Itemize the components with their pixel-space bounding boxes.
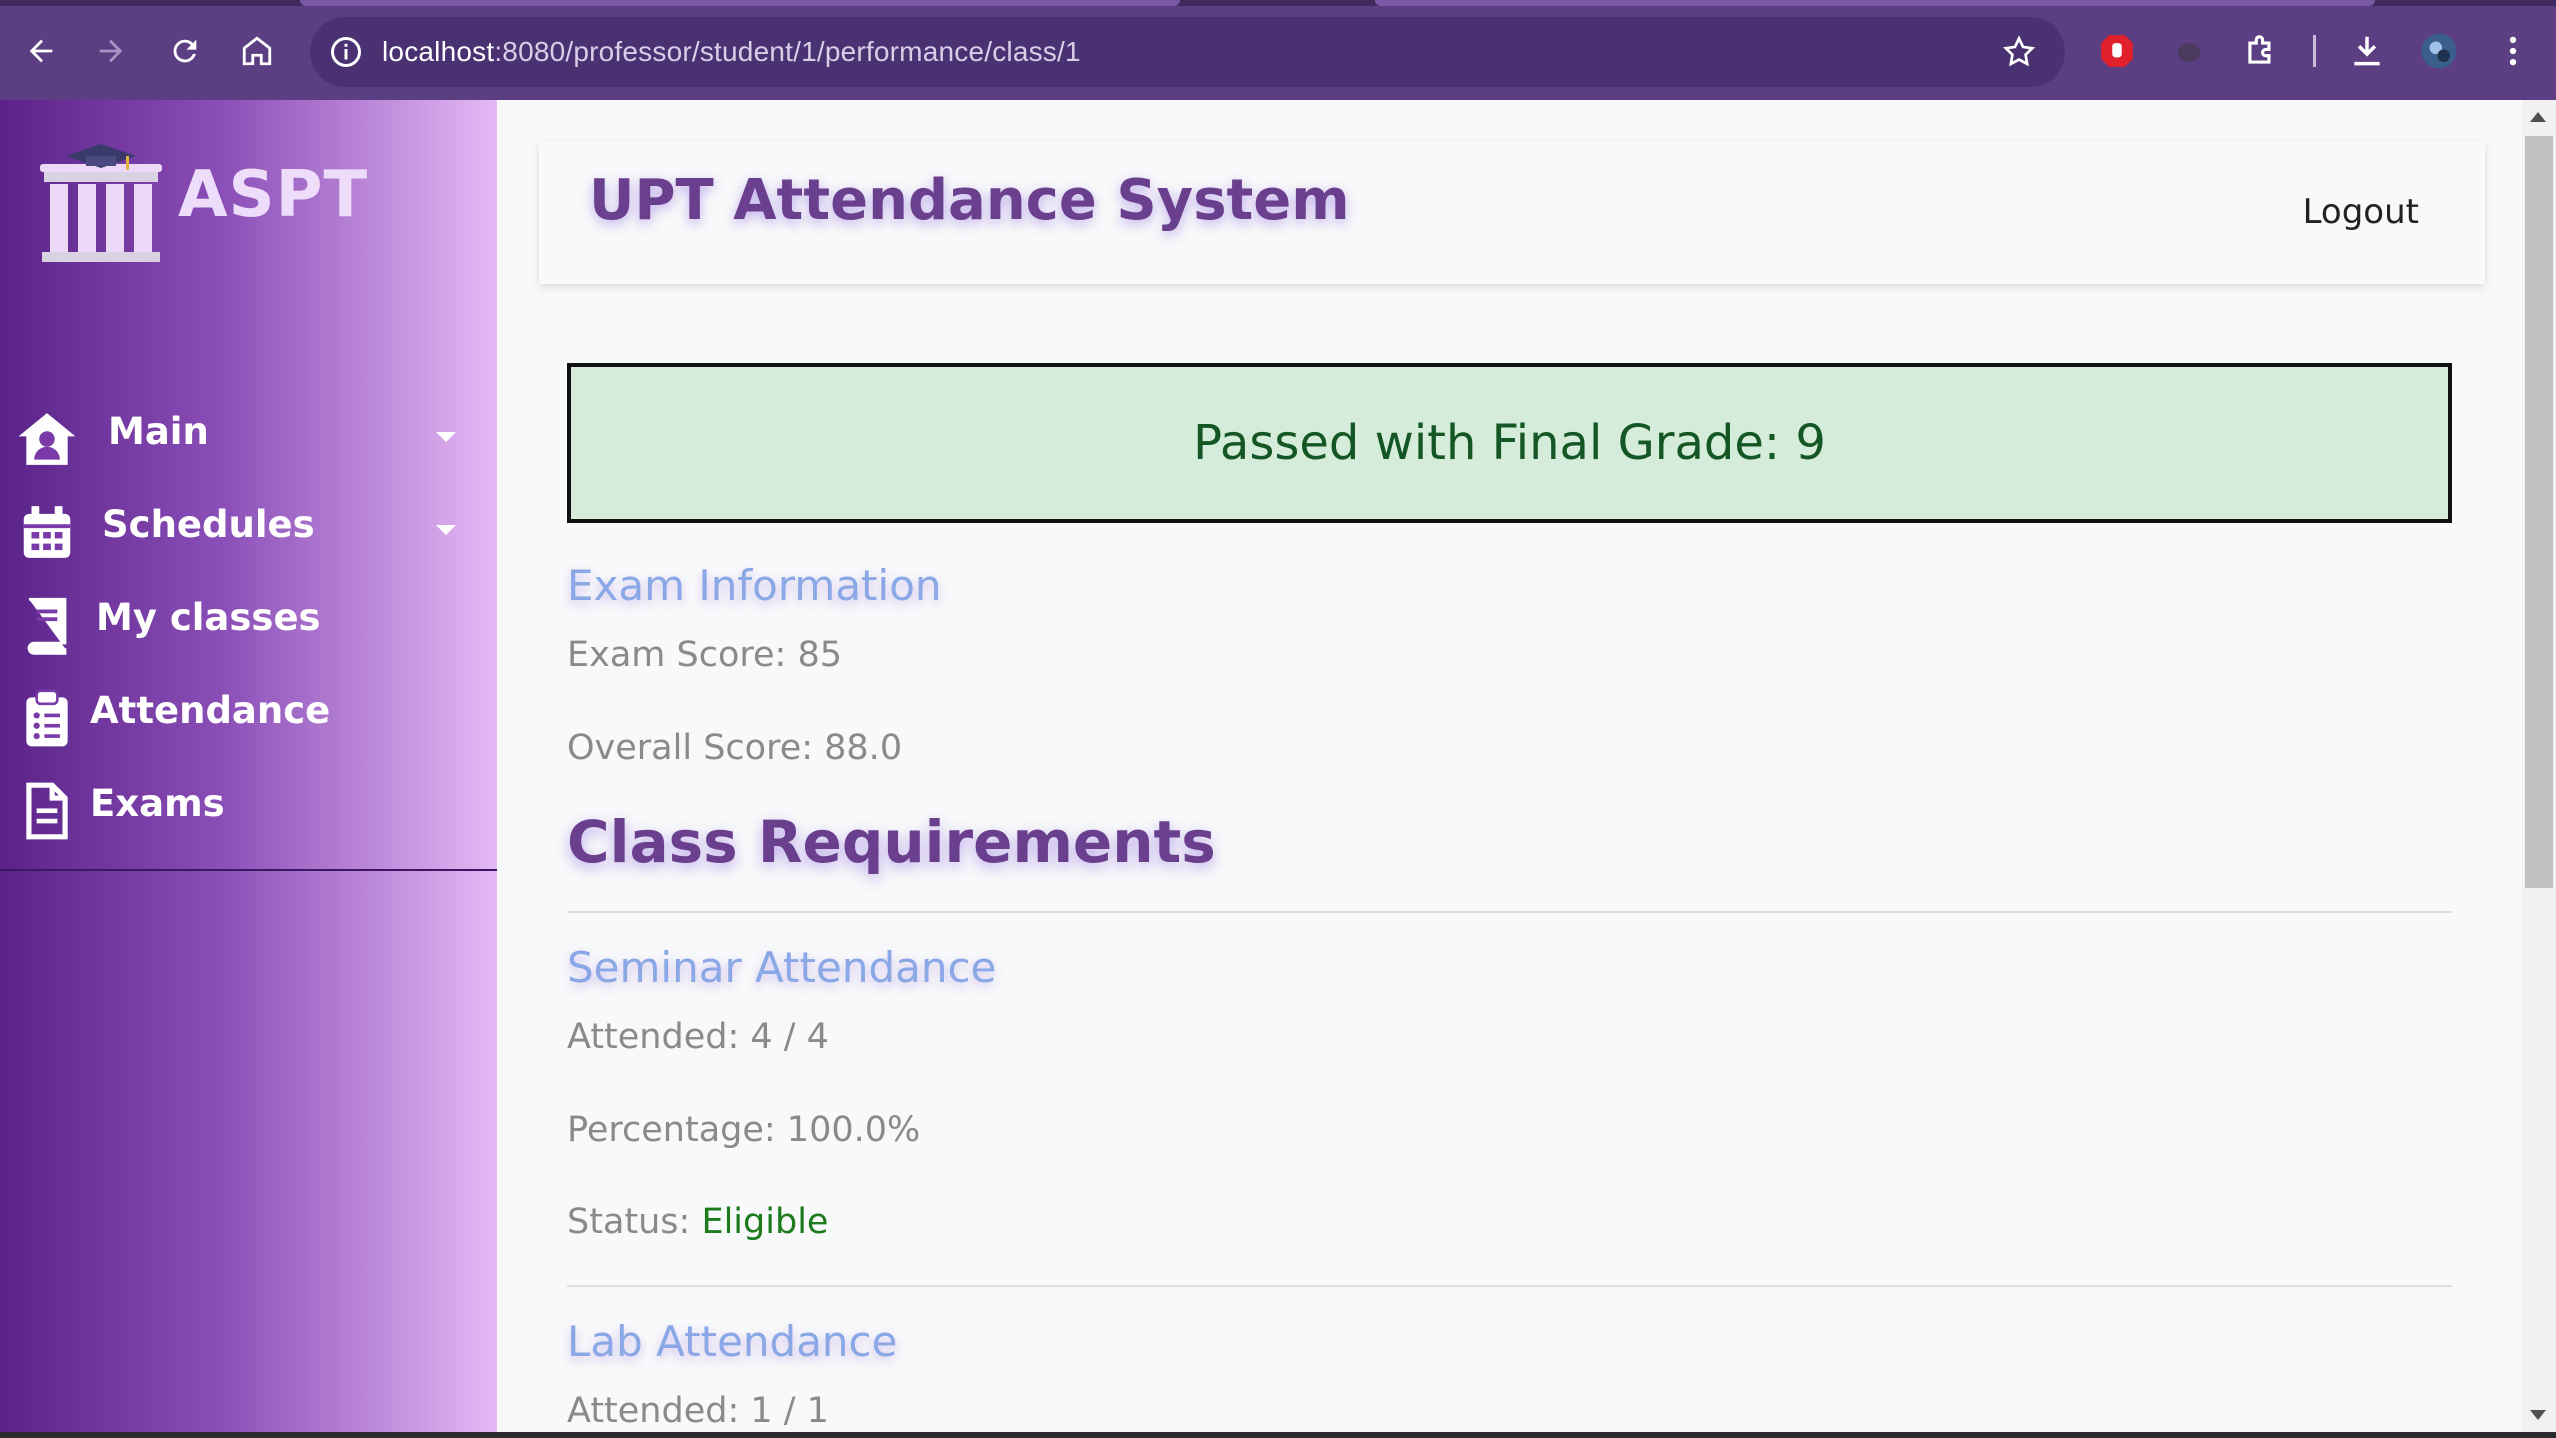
- lab-attended: Attended: 1 / 1: [567, 1391, 829, 1431]
- exam-information-heading: Exam Information: [567, 561, 942, 610]
- sidebar-item-schedules[interactable]: Schedules: [0, 493, 497, 563]
- scroll-down-arrow-icon[interactable]: [2530, 1410, 2546, 1420]
- arrow-left-icon: [29, 39, 53, 63]
- browser-tab-active[interactable]: [1375, 0, 2375, 6]
- browser-toolbar: localhost:8080/professor/student/1/perfo…: [0, 0, 2556, 100]
- seminar-attended: Attended: 4 / 4: [567, 1017, 829, 1057]
- class-requirements-heading: Class Requirements: [567, 808, 1216, 876]
- browser-menu-button[interactable]: [2492, 30, 2534, 72]
- bookmark-star-icon[interactable]: [2001, 34, 2037, 70]
- sidebar-item-main[interactable]: Main: [0, 400, 497, 470]
- url-host: localhost: [382, 36, 495, 67]
- calendar-icon: [23, 506, 71, 558]
- divider: [567, 1285, 2452, 1287]
- sidebar-item-label: Main: [108, 410, 209, 453]
- back-button[interactable]: [16, 26, 66, 76]
- toolbar-separator: [2313, 35, 2316, 67]
- window-bottom-edge: [0, 1432, 2556, 1438]
- status-badge: Eligible: [701, 1202, 829, 1242]
- site-info-icon[interactable]: [328, 34, 364, 70]
- adblock-extension-button[interactable]: [2096, 30, 2138, 72]
- top-navbar: UPT Attendance System Logout: [539, 142, 2485, 284]
- address-bar[interactable]: localhost:8080/professor/student/1/perfo…: [310, 17, 2065, 87]
- sidebar-item-label: Exams: [90, 782, 225, 825]
- browser-tab[interactable]: [300, 0, 1180, 6]
- bug-icon: [2177, 43, 2201, 63]
- final-grade-banner: Passed with Final Grade: 9: [567, 363, 2452, 523]
- university-logo-icon: [40, 144, 162, 262]
- clipboard-list-icon: [26, 689, 68, 747]
- more-vert-icon: [2509, 36, 2517, 66]
- extensions-menu-button[interactable]: [2240, 30, 2282, 72]
- book-icon: [27, 597, 67, 655]
- lab-attendance-heading: Lab Attendance: [567, 1317, 898, 1366]
- scrollbar-thumb[interactable]: [2525, 136, 2553, 888]
- reload-button[interactable]: [160, 26, 210, 76]
- main-content: UPT Attendance System Logout Passed with…: [497, 100, 2522, 1432]
- sidebar-item-label: Schedules: [102, 503, 315, 546]
- reload-icon: [173, 39, 197, 63]
- chevron-down-icon: [436, 432, 456, 442]
- brand[interactable]: ASPT: [38, 140, 367, 268]
- scroll-up-arrow-icon[interactable]: [2530, 112, 2546, 122]
- home-icon: [242, 36, 272, 66]
- download-icon: [2354, 36, 2380, 66]
- chevron-down-icon: [436, 525, 456, 535]
- sidebar-item-attendance[interactable]: Attendance: [0, 679, 497, 749]
- document-icon: [26, 782, 68, 840]
- sidebar-item-exams[interactable]: Exams: [0, 772, 497, 842]
- arrow-right-icon: [99, 39, 123, 63]
- sidebar-item-label: Attendance: [90, 689, 331, 732]
- exam-score: Exam Score: 85: [567, 635, 842, 675]
- status-label: Status:: [567, 1202, 691, 1242]
- page-title: UPT Attendance System: [589, 168, 1350, 233]
- seminar-attendance-heading: Seminar Attendance: [567, 943, 997, 992]
- stop-hand-icon: [2101, 35, 2133, 67]
- brand-name: ASPT: [178, 158, 369, 232]
- sidebar: ASPT Main Schedules My classes Attendanc…: [0, 100, 497, 1438]
- overall-score: Overall Score: 88.0: [567, 728, 903, 768]
- sidebar-item-label: My classes: [96, 596, 321, 639]
- url-text[interactable]: localhost:8080/professor/student/1/perfo…: [382, 17, 1081, 87]
- sidebar-item-my-classes[interactable]: My classes: [0, 586, 497, 656]
- home-button[interactable]: [232, 26, 282, 76]
- divider: [567, 911, 2452, 913]
- downloads-button[interactable]: [2346, 30, 2388, 72]
- profile-button[interactable]: [2418, 30, 2460, 72]
- seminar-percentage: Percentage: 100.0%: [567, 1110, 921, 1150]
- extension-button[interactable]: [2168, 30, 2210, 72]
- home-user-icon: [18, 413, 76, 465]
- url-path: :8080/professor/student/1/performance/cl…: [494, 36, 1081, 67]
- logout-link[interactable]: Logout: [2303, 192, 2419, 232]
- puzzle-icon: [2248, 35, 2271, 64]
- sidebar-divider: [0, 869, 497, 871]
- avatar: [2421, 33, 2457, 69]
- seminar-status: Status: Eligible: [567, 1202, 828, 1242]
- forward-button[interactable]: [86, 26, 136, 76]
